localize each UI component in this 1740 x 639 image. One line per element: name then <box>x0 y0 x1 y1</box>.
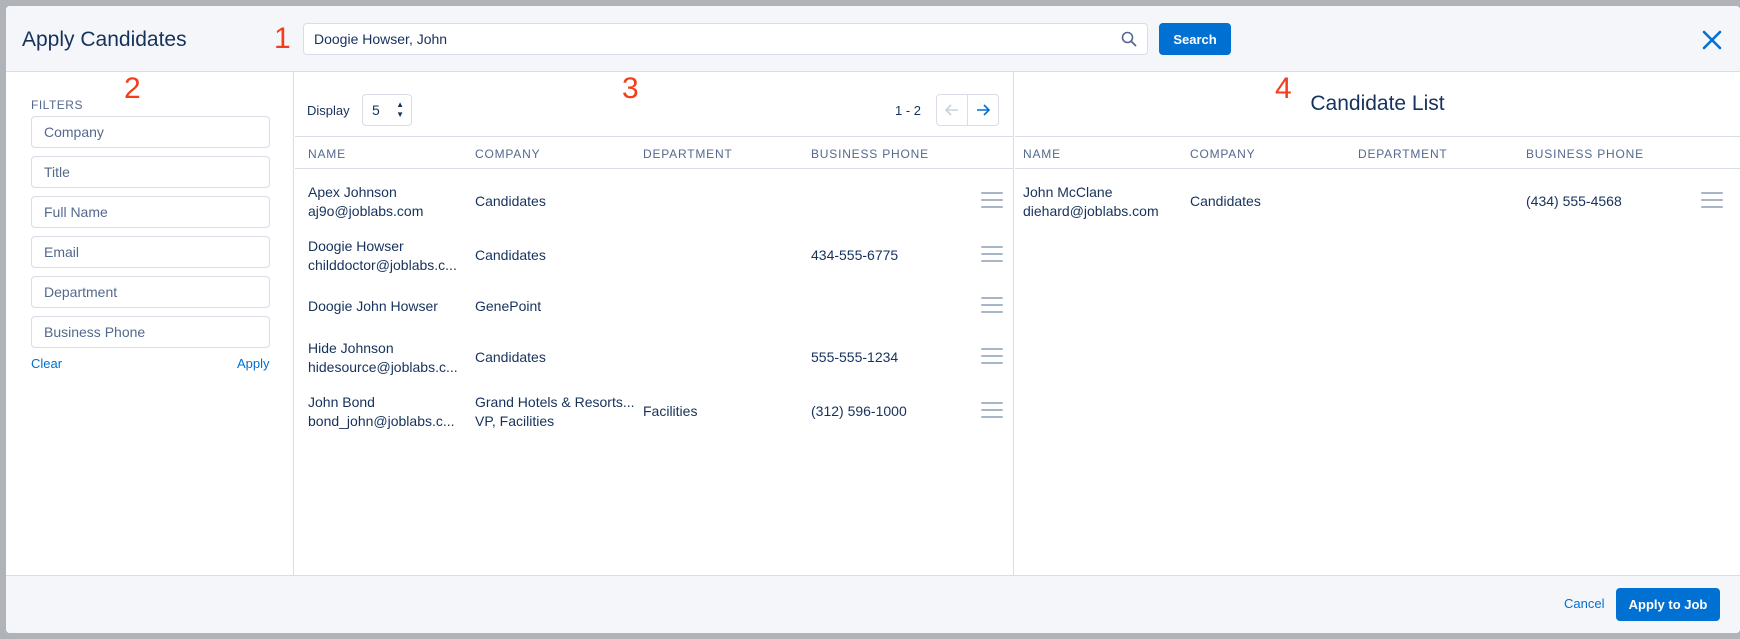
drag-handle-icon[interactable] <box>981 189 1005 209</box>
drag-handle-icon[interactable] <box>1701 189 1725 209</box>
select-arrows-icon: ▲ ▼ <box>396 100 404 119</box>
modal-footer: Cancel Apply to Job <box>6 575 1740 633</box>
display-label: Display <box>307 103 350 118</box>
row-phone: (434) 555-4568 <box>1526 193 1622 209</box>
candidate-list-toolbar: 4 Candidate List <box>1015 72 1740 137</box>
row-phone: (312) 596-1000 <box>811 403 907 419</box>
filters-heading: FILTERS <box>31 98 83 112</box>
apply-to-job-button[interactable]: Apply to Job <box>1616 588 1720 621</box>
previous-page-button[interactable] <box>936 94 968 126</box>
row-company: Candidates <box>475 349 546 365</box>
modal-title: Apply Candidates <box>22 28 187 51</box>
cancel-button[interactable]: Cancel <box>1564 596 1604 611</box>
row-company: Candidates <box>475 247 546 263</box>
row-name: Doogie John Howser <box>308 298 438 314</box>
search-results-panel: 3 Display 5 ▲ ▼ 1 - 2 NAME COMPANY DEPAR… <box>295 72 1014 575</box>
search-input[interactable] <box>314 24 1094 54</box>
row-name: Doogie Howser <box>308 238 404 254</box>
row-name: Hide Johnson <box>308 340 394 356</box>
filter-title-input[interactable] <box>31 156 270 188</box>
modal-header: Apply Candidates 1 Search <box>6 6 1740 72</box>
row-company: GenePoint <box>475 298 542 314</box>
row-company: Candidates <box>475 193 546 209</box>
display-count-select[interactable]: 5 ▲ ▼ <box>362 94 412 126</box>
drag-handle-icon[interactable] <box>981 243 1005 263</box>
column-header-company[interactable]: COMPANY <box>475 147 540 161</box>
apply-candidates-modal: Apply Candidates 1 Search 2 FILTERS Clea… <box>6 6 1740 633</box>
row-phone: 434-555-6775 <box>811 247 899 263</box>
search-icon[interactable] <box>1121 31 1137 47</box>
results-table-header: NAME COMPANY DEPARTMENT BUSINESS PHONE <box>295 137 1013 169</box>
results-toolbar: 3 Display 5 ▲ ▼ 1 - 2 <box>295 72 1013 137</box>
filter-business-phone-input[interactable] <box>31 316 270 348</box>
drag-handle-icon[interactable] <box>981 294 1005 314</box>
table-row[interactable]: Hide Johnson hidesource@joblabs.c... Can… <box>295 339 1013 383</box>
column-header-business-phone[interactable]: BUSINESS PHONE <box>1526 147 1644 161</box>
table-row[interactable]: Doogie Howser childdoctor@joblabs.c... C… <box>295 237 1013 281</box>
drag-handle-icon[interactable] <box>981 345 1005 365</box>
row-company: Grand Hotels & Resorts... <box>475 394 635 410</box>
filter-full-name-input[interactable] <box>31 196 270 228</box>
row-name: Apex Johnson <box>308 184 397 200</box>
annotation-3: 3 <box>622 72 639 105</box>
close-icon[interactable] <box>1700 28 1724 52</box>
filter-company-input[interactable] <box>31 116 270 148</box>
candidate-row[interactable]: John McClane diehard@joblabs.com Candida… <box>1015 183 1740 227</box>
row-email: aj9o@joblabs.com <box>308 203 424 219</box>
row-email: diehard@joblabs.com <box>1023 203 1159 219</box>
table-row[interactable]: Doogie John Howser GenePoint <box>295 288 1013 332</box>
row-name: John Bond <box>308 394 375 410</box>
row-email: childdoctor@joblabs.c... <box>308 257 457 273</box>
arrow-left-icon <box>944 104 958 116</box>
row-company-title: VP, Facilities <box>475 413 555 429</box>
table-row[interactable]: John Bond bond_john@joblabs.c... Grand H… <box>295 393 1013 437</box>
column-header-name[interactable]: NAME <box>308 147 346 161</box>
column-header-company[interactable]: COMPANY <box>1190 147 1255 161</box>
row-company: Candidates <box>1190 193 1261 209</box>
column-header-name[interactable]: NAME <box>1023 147 1061 161</box>
annotation-1: 1 <box>274 22 291 55</box>
filter-email-input[interactable] <box>31 236 270 268</box>
annotation-2: 2 <box>124 72 141 105</box>
candidate-list-panel: 4 Candidate List NAME COMPANY DEPARTMENT… <box>1015 72 1740 575</box>
drag-handle-icon[interactable] <box>981 399 1005 419</box>
filter-department-input[interactable] <box>31 276 270 308</box>
row-department: Facilities <box>643 403 698 419</box>
row-email: bond_john@joblabs.c... <box>308 413 455 429</box>
row-phone: 555-555-1234 <box>811 349 899 365</box>
table-row[interactable]: Apex Johnson aj9o@joblabs.com Candidates <box>295 183 1013 227</box>
search-box[interactable] <box>303 23 1148 55</box>
column-header-business-phone[interactable]: BUSINESS PHONE <box>811 147 929 161</box>
apply-filters-link[interactable]: Apply <box>237 356 270 371</box>
column-header-department[interactable]: DEPARTMENT <box>643 147 733 161</box>
page-info: 1 - 2 <box>895 103 922 118</box>
display-count-value: 5 <box>372 102 380 118</box>
filters-panel: 2 FILTERS Clear Apply <box>6 72 294 575</box>
row-name: John McClane <box>1023 184 1113 200</box>
search-button[interactable]: Search <box>1159 23 1231 55</box>
row-email: hidesource@joblabs.c... <box>308 359 458 375</box>
clear-filters-link[interactable]: Clear <box>31 356 62 371</box>
candidate-list-title: Candidate List <box>1310 92 1445 115</box>
next-page-button[interactable] <box>967 94 999 126</box>
arrow-right-icon <box>977 104 991 116</box>
candidate-table-header: NAME COMPANY DEPARTMENT BUSINESS PHONE <box>1015 137 1740 169</box>
column-header-department[interactable]: DEPARTMENT <box>1358 147 1448 161</box>
